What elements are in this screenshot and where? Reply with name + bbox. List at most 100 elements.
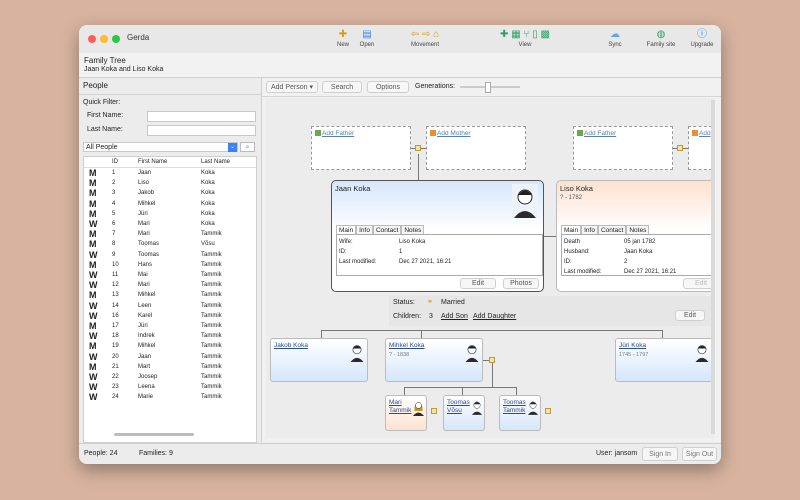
table-row[interactable]: W 23 Leena Tammik [84,382,256,392]
child-card[interactable]: Jakob Koka [270,338,368,382]
child-name[interactable]: Jakob Koka [274,342,308,349]
minimize-window-button[interactable] [100,35,108,43]
horizontal-scrollbar[interactable] [114,433,194,436]
table-row[interactable]: W 20 Jaan Tammik [84,352,256,362]
field-label: ID: [339,249,347,255]
add-person-button[interactable]: Add Person ▾ [266,81,318,93]
upgrade-button[interactable]: ⓘ Upgrade [682,29,721,48]
table-row[interactable]: M 21 Mart Tammik [84,362,256,372]
cell-first: Jaan [138,353,152,360]
collapse-icon[interactable] [677,145,683,151]
column-first-name[interactable]: First Name [138,159,167,165]
first-name-input[interactable] [147,111,256,122]
options-button[interactable]: Options [367,81,409,93]
connector [418,154,419,180]
table-row[interactable]: M 17 Jüri Tammik [84,321,256,331]
child-card[interactable]: Mihkel Koka ? - 1838 [385,338,483,382]
sync-button[interactable]: ☁ Sync [595,29,635,48]
add-son-link[interactable]: Add Son [441,313,468,320]
expand-family-icon[interactable] [545,408,551,414]
add-father-link[interactable]: Add Father [315,130,354,137]
table-row[interactable]: M 5 Jüri Koka [84,209,256,219]
family-site-button[interactable]: ◍ Family site [641,29,681,48]
add-mother-link-2[interactable]: Add [692,130,711,137]
search-people-button[interactable]: ⌕ [240,142,255,152]
cell-last: Tammik [201,333,222,340]
family-edit-button[interactable]: Edit [675,310,705,321]
column-id[interactable]: ID [112,159,118,165]
table-row[interactable]: W 14 Leen Tammik [84,301,256,311]
search-button[interactable]: Search [322,81,362,93]
table-row[interactable]: M 7 Mari Tammik [84,229,256,239]
add-father-box[interactable]: Add Father [311,126,411,170]
table-row[interactable]: W 16 Karel Tammik [84,311,256,321]
table-row[interactable]: W 6 Mari Koka [84,219,256,229]
movement-arrows-icon[interactable]: ⇦ ⇨ ⌂ [405,29,445,41]
table-row[interactable]: M 2 Liso Koka [84,178,256,188]
table-row[interactable]: M 4 Mihkel Koka [84,199,256,209]
column-last-name[interactable]: Last Name [201,159,230,165]
expand-family-icon[interactable] [431,408,437,414]
cell-id: 12 [112,282,119,289]
families-count: Families: 9 [139,450,173,457]
table-row[interactable]: M 19 Mihkel Tammik [84,341,256,351]
slider-knob[interactable] [485,82,492,93]
table-row[interactable]: M 8 Toomas Võsu [84,239,256,249]
sign-out-button[interactable]: Sign Out [682,447,717,461]
connector [483,360,489,361]
photos-button[interactable]: Photos [503,278,539,289]
table-row[interactable]: W 11 Mai Tammik [84,270,256,280]
close-window-button[interactable] [88,35,96,43]
table-row[interactable]: M 10 Hans Tammik [84,260,256,270]
table-row[interactable]: M 13 Mihkel Tammik [84,290,256,300]
sign-in-button[interactable]: Sign In [642,447,678,461]
edit-button[interactable]: Edit [683,278,714,289]
generations-slider[interactable] [460,82,520,93]
table-row[interactable]: M 1 Jaan Koka [84,168,256,178]
table-row[interactable]: W 22 Joosep Tammik [84,372,256,382]
cell-id: 5 [112,210,116,217]
table-row[interactable]: W 12 Mari Tammik [84,280,256,290]
collapse-icon[interactable] [415,145,421,151]
add-father-text: Add Father [322,130,355,137]
title-bar: Gerda ✚ New ▤ Open ⇦ ⇨ ⌂ Movement ✚ ▦ ⑂ ▯ … [79,25,721,54]
grandchild-name[interactable]: Toomas Võsu [447,399,471,415]
cell-first: Mart [138,363,150,370]
grandchild-name[interactable]: Mari Tammik [389,399,411,415]
child-card[interactable]: Jüri Koka 1745 - 1797 [615,338,713,382]
person-card-wife[interactable]: Liso Koka ? - 1782 Main Info Contact Notes … [556,180,714,292]
cell-id: 1 [112,170,116,176]
male-avatar-icon [512,184,538,218]
children-count: 3 [429,313,433,320]
vertical-scrollbar[interactable] [711,100,715,434]
cell-first: Indrek [138,333,155,340]
view-mode-icons[interactable]: ✚ ▦ ⑂ ▯ ▩ [475,29,575,41]
last-name-input[interactable] [147,125,256,136]
grandchild-card[interactable]: Mari Tammik [385,395,427,431]
grandchild-name[interactable]: Toomas Tammik [503,399,527,415]
add-daughter-link[interactable]: Add Daughter [473,313,516,320]
child-name[interactable]: Mihkel Koka [389,342,424,349]
gender-badge: M [89,321,97,331]
people-filter-select[interactable]: All People ⌄ [83,142,238,152]
table-row[interactable]: W 9 Toomas Tammik [84,250,256,260]
edit-button[interactable]: Edit [460,278,496,289]
person-card-husband[interactable]: Jaan Koka Main Info Contact Notes Wife: Liso… [331,180,544,292]
open-button[interactable]: ▤ Open [347,29,387,48]
grandchild-card[interactable]: Toomas Võsu [443,395,485,431]
zoom-window-button[interactable] [112,35,120,43]
add-mother-box[interactable]: Add Mother [426,126,526,170]
add-father-box-2[interactable]: Add Father [573,126,673,170]
cell-last: Tammik [201,384,222,391]
table-row[interactable]: W 18 Indrek Tammik [84,331,256,341]
cell-first: Toomas [138,251,160,258]
gender-badge: M [89,290,97,301]
table-row[interactable]: W 24 Marie Tammik [84,392,256,402]
table-row[interactable]: M 3 Jakob Koka [84,188,256,198]
add-father-link-2[interactable]: Add Father [577,130,616,137]
grandchild-card[interactable]: Toomas Tammik [499,395,541,431]
add-mother-link[interactable]: Add Mother [430,130,471,137]
gender-badge: M [89,259,97,270]
child-name[interactable]: Jüri Koka [619,342,646,349]
view-group: ✚ ▦ ⑂ ▯ ▩ View [475,29,575,48]
